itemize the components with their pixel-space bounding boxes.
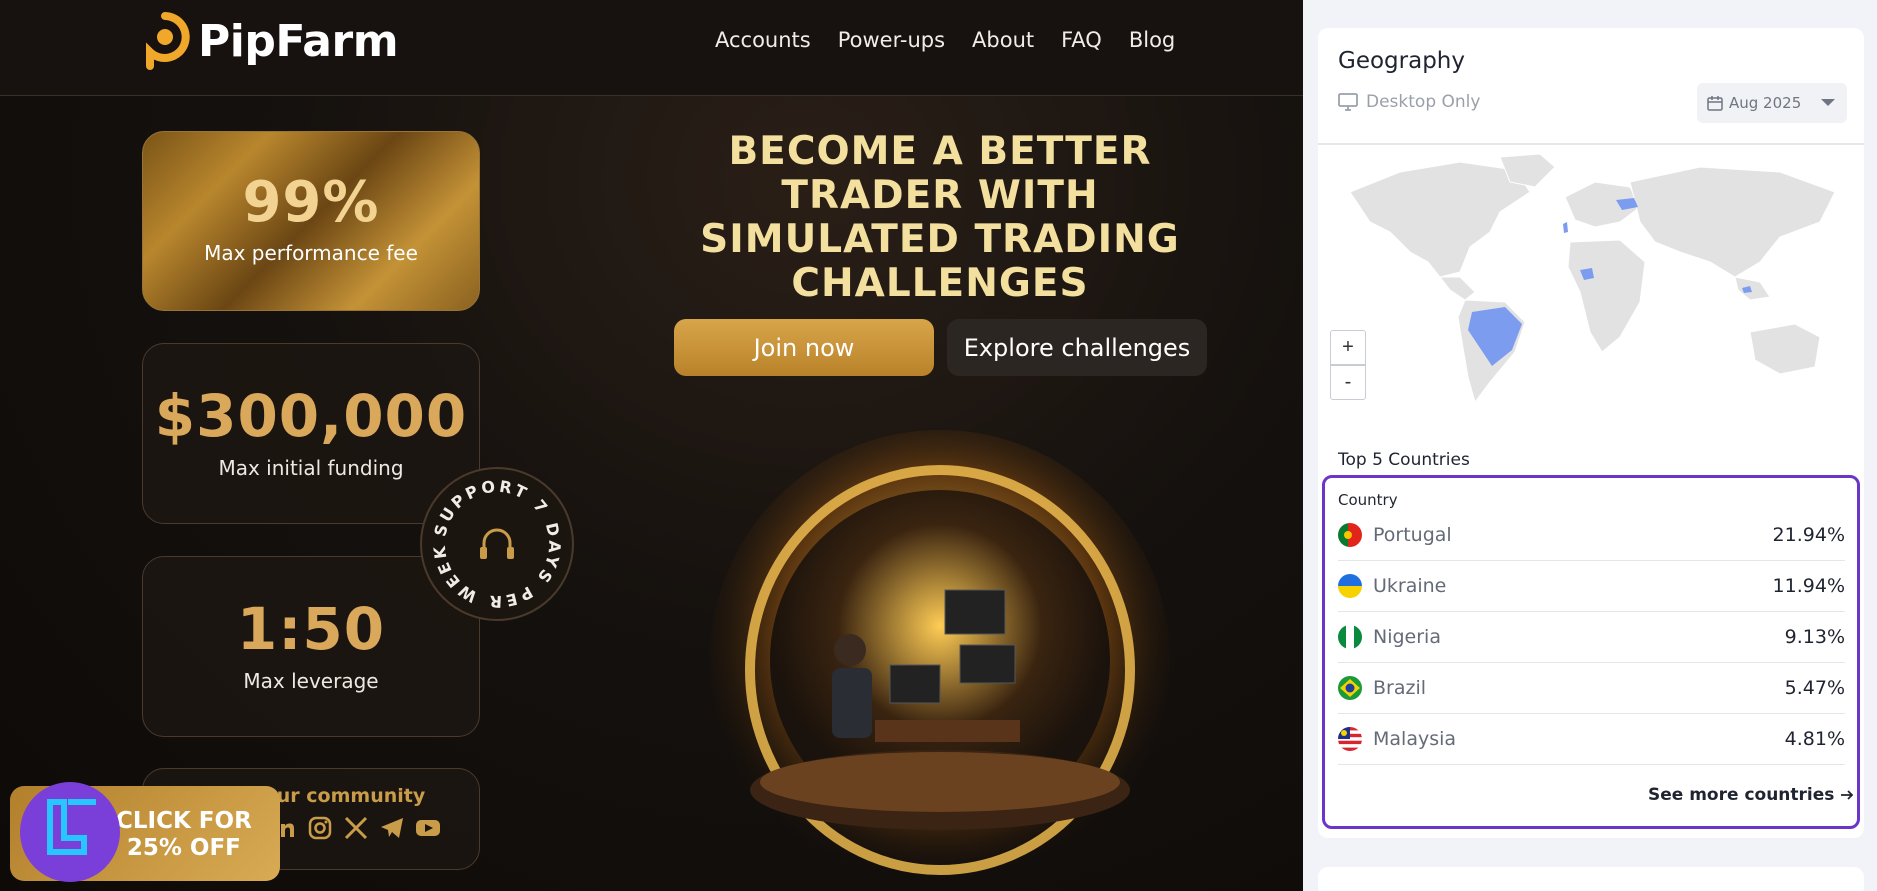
column-header-country: Country	[1338, 491, 1398, 509]
promo-text: CLICK FOR 25% OFF	[116, 808, 252, 862]
country-share: 5.47%	[1784, 677, 1845, 699]
arrow-right-icon	[1841, 790, 1854, 800]
stat-card-performance-fee: 99% Max performance fee	[142, 131, 480, 311]
app-root: PipFarm Accounts Power-ups About FAQ Blo…	[0, 0, 1877, 891]
telegram-icon[interactable]	[379, 815, 405, 841]
nav-accounts[interactable]: Accounts	[715, 28, 811, 52]
country-name: Brazil	[1373, 677, 1427, 699]
calendar-icon	[1707, 96, 1723, 111]
join-now-button[interactable]: Join now	[674, 319, 934, 376]
hero-title-line: BECOME A BETTER	[728, 129, 1152, 174]
explore-challenges-button[interactable]: Explore challenges	[947, 319, 1207, 376]
nav-faq[interactable]: FAQ	[1061, 28, 1102, 52]
tradingfinder-logo-icon[interactable]	[10, 772, 120, 882]
country-share: 11.94%	[1772, 575, 1845, 597]
hero-trader-sphere-image	[710, 430, 1170, 890]
support-badge: SUPPORT 7 DAYS PER WEEK	[420, 467, 574, 621]
main-nav: Accounts Power-ups About FAQ Blog	[715, 28, 1175, 52]
website-view: PipFarm Accounts Power-ups About FAQ Blo…	[0, 0, 1303, 891]
nav-blog[interactable]: Blog	[1129, 28, 1175, 52]
table-row[interactable]: Portugal 21.94%	[1338, 510, 1845, 561]
geography-title: Geography	[1338, 48, 1465, 74]
date-select[interactable]: Aug 2025	[1697, 83, 1847, 123]
hero-title-line: SIMULATED TRADING	[700, 217, 1180, 262]
see-more-label: See more countries	[1648, 785, 1835, 805]
map-north-america	[1349, 161, 1531, 278]
stat-label: Max performance fee	[204, 241, 418, 265]
nav-about[interactable]: About	[972, 28, 1034, 52]
brand-logo[interactable]: PipFarm	[140, 12, 399, 70]
instagram-icon[interactable]	[307, 815, 333, 841]
youtube-icon[interactable]	[415, 815, 441, 841]
support-badge-text: SUPPORT 7 DAYS PER WEEK	[430, 476, 562, 611]
malaysia-flag-icon	[1338, 727, 1362, 751]
map-zoom-in-button[interactable]: +	[1330, 330, 1366, 365]
map-africa	[1567, 239, 1646, 353]
x-icon[interactable]	[343, 815, 369, 841]
desktop-icon	[1338, 93, 1358, 111]
world-map[interactable]	[1340, 152, 1850, 407]
table-row[interactable]: Malaysia 4.81%	[1338, 714, 1845, 765]
promo-line: 25% OFF	[126, 835, 241, 861]
nigeria-flag-icon	[1338, 625, 1362, 649]
brand-name: PipFarm	[198, 15, 399, 67]
stat-label: Max leverage	[243, 669, 379, 693]
country-name: Nigeria	[1373, 626, 1441, 648]
hero-title-line: TRADER WITH	[781, 173, 1099, 218]
device-label: Desktop Only	[1366, 92, 1481, 112]
chevron-down-icon	[1821, 99, 1835, 106]
hero-title-line: CHALLENGES	[791, 261, 1089, 306]
country-name: Malaysia	[1373, 728, 1457, 750]
country-share: 9.13%	[1784, 626, 1845, 648]
map-australia	[1749, 323, 1821, 375]
brazil-flag-icon	[1338, 676, 1362, 700]
country-name: Portugal	[1373, 524, 1452, 546]
promo-line: CLICK FOR	[116, 808, 252, 834]
device-filter: Desktop Only	[1338, 92, 1480, 112]
see-more-countries-link[interactable]: See more countries	[1648, 785, 1854, 805]
nav-power-ups[interactable]: Power-ups	[838, 28, 945, 52]
next-card	[1318, 867, 1864, 891]
top-countries-title: Top 5 Countries	[1338, 450, 1470, 470]
country-name: Ukraine	[1373, 575, 1447, 597]
hero-title: BECOME A BETTER TRADER WITH SIMULATED TR…	[690, 130, 1190, 306]
support-badge-ring: SUPPORT 7 DAYS PER WEEK	[430, 476, 565, 611]
table-row[interactable]: Ukraine 11.94%	[1338, 561, 1845, 612]
stat-value: $300,000	[154, 382, 468, 450]
map-asia	[1629, 166, 1836, 278]
country-share: 21.94%	[1772, 524, 1845, 546]
table-row[interactable]: Brazil 5.47%	[1338, 663, 1845, 714]
portugal-flag-icon	[1338, 523, 1362, 547]
map-portugal	[1563, 222, 1568, 233]
pipfarm-logo-icon	[146, 12, 190, 70]
headset-icon	[480, 528, 514, 559]
table-row[interactable]: Nigeria 9.13%	[1338, 612, 1845, 663]
map-southeast-asia	[1734, 276, 1771, 301]
site-header: PipFarm Accounts Power-ups About FAQ Blo…	[0, 0, 1303, 96]
ukraine-flag-icon	[1338, 574, 1362, 598]
map-central-america	[1438, 276, 1476, 301]
country-share: 4.81%	[1784, 728, 1845, 750]
date-select-value: Aug 2025	[1729, 94, 1802, 112]
stat-value: 99%	[242, 170, 380, 235]
divider	[1318, 143, 1864, 145]
svg-text:SUPPORT 7 DAYS PER WEEK: SUPPORT 7 DAYS PER WEEK	[430, 476, 565, 611]
map-zoom-out-button[interactable]: -	[1330, 365, 1366, 400]
